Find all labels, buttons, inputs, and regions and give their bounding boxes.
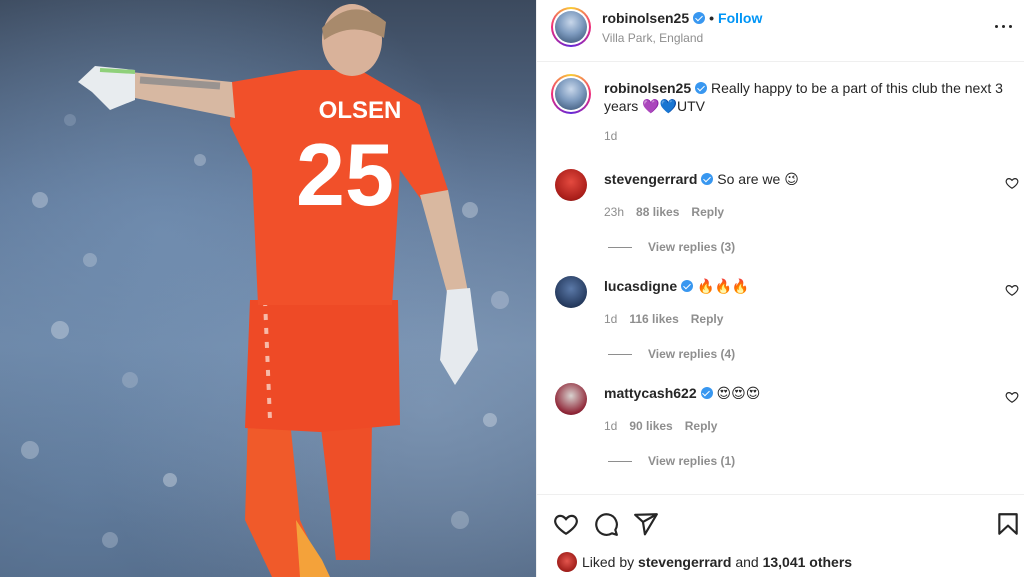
share-icon[interactable] [633, 511, 659, 537]
view-replies-button[interactable]: View replies (1) [608, 454, 735, 468]
goalkeeper-illustration: OLSEN 25 [21, 4, 509, 577]
liked-by-line: Liked by stevengerrard and 13,041 others [582, 554, 852, 570]
purple-heart-emoji: 💜 [642, 99, 660, 115]
post-photo[interactable]: OLSEN 25 [0, 0, 536, 577]
comment-likes[interactable]: 116 likes [629, 312, 678, 326]
jersey-number: 25 [296, 125, 394, 224]
comment-emoji: 😉 [784, 172, 799, 188]
comment-text-block: mattycash622 😍😍😍 [604, 385, 760, 402]
comment-avatar[interactable] [555, 383, 587, 415]
comment-item: mattycash622 😍😍😍 1d 90 likes Reply View re… [537, 379, 1024, 486]
comment-avatar[interactable] [555, 169, 587, 201]
comments-list[interactable]: robinolsen25 Really happy to be a part o… [537, 63, 1024, 493]
post-header: robinolsen25 • Follow Villa Park, England [537, 0, 1024, 62]
caption-avatar[interactable] [551, 74, 591, 114]
reply-button[interactable]: Reply [691, 205, 724, 219]
author-avatar[interactable] [551, 7, 591, 47]
author-line: robinolsen25 • Follow [602, 10, 762, 26]
liked-by-user[interactable]: stevengerrard [638, 554, 731, 570]
bookmark-icon[interactable] [995, 511, 1021, 537]
comment-avatar[interactable] [555, 276, 587, 308]
verified-badge-icon [693, 12, 706, 24]
heart-icon[interactable] [553, 511, 579, 537]
follow-button[interactable]: Follow [718, 10, 762, 26]
comment-item: lucasdigne 🔥🔥🔥 1d 116 likes Reply View rep… [537, 272, 1024, 379]
comment-username[interactable]: lucasdigne [604, 278, 677, 294]
liked-by-avatar[interactable] [557, 552, 577, 572]
comment-text: So are we [717, 171, 781, 187]
reply-button[interactable]: Reply [685, 419, 718, 433]
comment-time: 1d [604, 312, 618, 326]
view-replies-button[interactable]: View replies (4) [608, 347, 735, 361]
comment-time: 23h [604, 205, 625, 219]
liked-by-prefix: Liked by [582, 554, 635, 570]
caption-username[interactable]: robinolsen25 [604, 80, 691, 96]
comment-like-heart-icon[interactable] [1005, 283, 1019, 297]
jersey-name: OLSEN [319, 97, 402, 124]
verified-badge-icon [695, 82, 708, 94]
caption-time: 1d [604, 129, 618, 143]
comment-time: 1d [604, 419, 618, 433]
verified-badge-icon [701, 173, 714, 185]
comment-text-block: lucasdigne 🔥🔥🔥 [604, 278, 749, 295]
author-username[interactable]: robinolsen25 [602, 10, 689, 26]
comment-meta: 1d 90 likes Reply [604, 419, 729, 433]
comment-likes[interactable]: 88 likes [636, 205, 679, 219]
post-actions-footer: Liked by stevengerrard and 13,041 others [537, 494, 1024, 577]
post-details-panel: robinolsen25 • Follow Villa Park, England … [536, 0, 1024, 577]
comment-like-heart-icon[interactable] [1005, 176, 1019, 190]
comment-emoji: 🔥🔥🔥 [697, 279, 750, 295]
verified-badge-icon [700, 387, 713, 399]
view-replies-button[interactable]: View replies (3) [608, 240, 735, 254]
reply-button[interactable]: Reply [691, 312, 724, 326]
comment-likes[interactable]: 90 likes [629, 419, 672, 433]
comment-text-block: stevengerrard So are we 😉 [604, 171, 799, 188]
comment-username[interactable]: stevengerrard [604, 171, 697, 187]
comment-meta: 1d 116 likes Reply [604, 312, 735, 326]
comment-meta: 23h 88 likes Reply [604, 205, 736, 219]
more-options-icon[interactable] [993, 17, 1015, 35]
liked-by-and: and [735, 554, 759, 570]
comment-like-heart-icon[interactable] [1005, 390, 1019, 404]
post-location[interactable]: Villa Park, England [602, 31, 703, 45]
caption-suffix: UTV [677, 98, 705, 114]
liked-by-count[interactable]: 13,041 others [763, 554, 853, 570]
verified-badge-icon [681, 280, 694, 292]
caption-text-block: robinolsen25 Really happy to be a part o… [604, 79, 1004, 116]
comment-emoji: 😍😍😍 [716, 386, 761, 402]
separator-dot: • [709, 10, 715, 26]
comment-item: stevengerrard So are we 😉 23h 88 likes Rep… [537, 165, 1024, 272]
blue-heart-emoji: 💙 [659, 99, 677, 115]
comment-username[interactable]: mattycash622 [604, 385, 697, 401]
comment-icon[interactable] [593, 511, 619, 537]
